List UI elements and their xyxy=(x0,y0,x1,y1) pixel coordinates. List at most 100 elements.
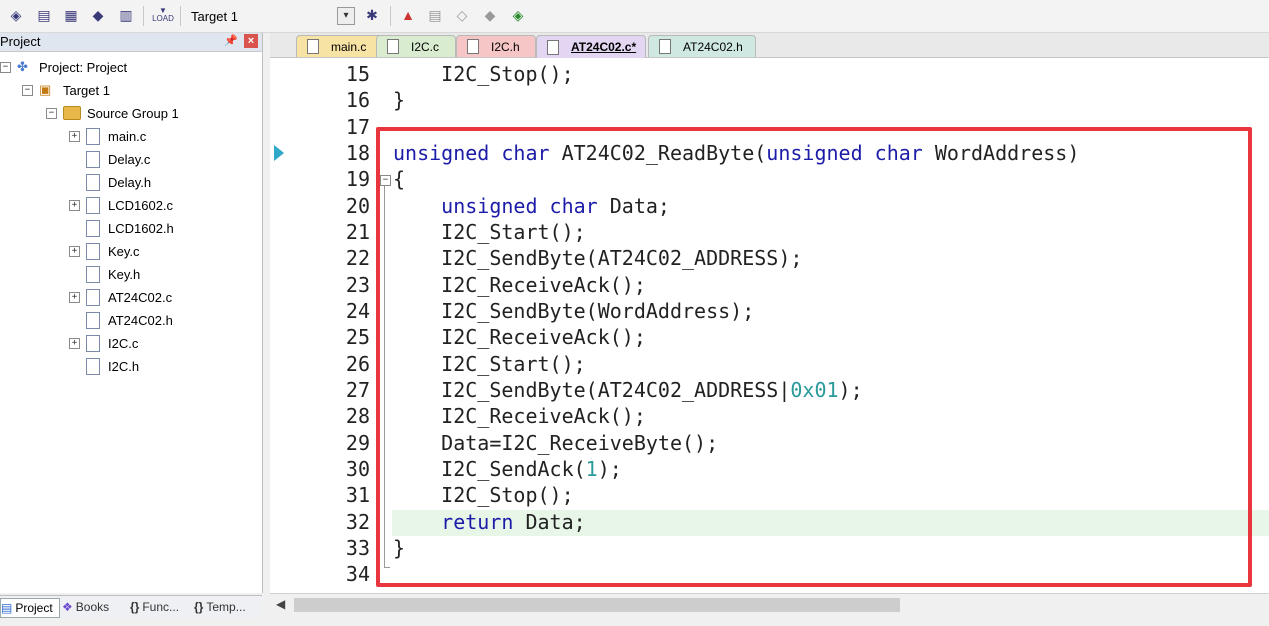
file-icon xyxy=(659,39,671,54)
scroll-left-icon[interactable]: ◀ xyxy=(276,597,285,611)
file-icon xyxy=(307,39,319,54)
folder-icon xyxy=(63,106,81,120)
tree-label: Project: Project xyxy=(39,59,128,75)
file-icon xyxy=(86,173,100,191)
expand-icon[interactable]: + xyxy=(69,130,80,142)
tree-label: Source Group 1 xyxy=(87,105,179,121)
expand-icon[interactable]: + xyxy=(69,337,80,349)
tree-label: LCD1602.h xyxy=(108,220,174,236)
tree-item-file[interactable]: AT24C02.h xyxy=(86,309,173,331)
tree-item-file[interactable]: Delay.h xyxy=(86,171,151,193)
panel-tabs: ▤ Project ❖ Books {} Func... {} Temp... xyxy=(0,595,262,618)
pin-icon[interactable]: 📌 xyxy=(224,34,238,47)
tab-label: I2C.c xyxy=(411,39,440,54)
target-select[interactable]: Target 1 xyxy=(191,9,238,24)
file-icon xyxy=(86,150,100,168)
tree-item-file[interactable]: + Key.c xyxy=(69,240,140,262)
line-number: 24 xyxy=(345,299,370,323)
tab-label: AT24C02.h xyxy=(683,39,743,54)
tab-label: AT24C02.c* xyxy=(571,40,637,54)
project-panel-title: Project xyxy=(0,34,41,49)
line-number: 30 xyxy=(345,457,370,481)
toolbar: ◈ ▤ ▦ ◆ ▥ ▼ LOAD Target 1 ▾ ✱ ▲ ▤ ◇ ◆ ◈ xyxy=(0,0,1269,33)
load-icon[interactable]: ▼ LOAD xyxy=(150,5,176,25)
tab-i2c-h[interactable]: I2C.h xyxy=(456,35,536,57)
tab-functions[interactable]: {} Func... xyxy=(130,598,190,616)
file-icon xyxy=(547,39,559,55)
editor-tab-bar: main.c I2C.c I2C.h AT24C02.c* AT24C02.h xyxy=(270,33,1269,58)
tab-templates[interactable]: {} Temp... xyxy=(194,598,260,616)
batch-build-icon[interactable]: ◆ xyxy=(88,5,108,25)
tab-label: Books xyxy=(75,600,110,614)
scrollbar-thumb[interactable] xyxy=(294,598,900,612)
collapse-icon[interactable]: − xyxy=(22,84,33,96)
tree-item-file[interactable]: Key.h xyxy=(86,263,140,285)
tab-at24c02-c[interactable]: AT24C02.c* xyxy=(536,35,646,58)
file-icon xyxy=(467,39,479,54)
tree-label: I2C.h xyxy=(108,358,140,374)
target-icon: ▣ xyxy=(39,82,52,97)
file-icon xyxy=(86,288,100,306)
tree-item-file[interactable]: + main.c xyxy=(69,125,146,147)
project-tab-icon: ▤ xyxy=(1,601,13,615)
translate-icon[interactable]: ◈ xyxy=(6,5,26,25)
tab-at24c02-h[interactable]: AT24C02.h xyxy=(648,35,756,57)
tab-label: Func... xyxy=(142,600,180,614)
braces-icon: {} xyxy=(130,600,140,614)
tree-label: AT24C02.h xyxy=(108,312,173,328)
expand-icon[interactable]: + xyxy=(69,291,80,303)
line-number: 31 xyxy=(345,483,370,507)
collapse-icon[interactable]: − xyxy=(0,61,11,73)
line-number: 17 xyxy=(345,115,370,139)
target-options-icon[interactable]: ✱ xyxy=(362,5,382,25)
tree-item-file[interactable]: + LCD1602.c xyxy=(69,194,173,216)
pack-installer-icon[interactable]: ◆ xyxy=(480,5,500,25)
expand-icon[interactable]: + xyxy=(69,199,80,211)
file-icon xyxy=(86,265,100,283)
tree-item-source-group[interactable]: − Source Group 1 xyxy=(46,102,179,124)
tree-label: I2C.c xyxy=(108,335,139,351)
collapse-icon[interactable]: − xyxy=(46,107,57,119)
horizontal-scrollbar[interactable]: ◀ xyxy=(270,593,1269,616)
tree-item-file[interactable]: + AT24C02.c xyxy=(69,286,172,308)
tree-item-file[interactable]: LCD1602.h xyxy=(86,217,174,239)
file-extensions-icon[interactable]: ▲ xyxy=(398,5,418,25)
run-time-environment-icon[interactable]: ◈ xyxy=(508,5,528,25)
project-panel-header: Project 📌 × xyxy=(0,33,262,52)
expand-icon[interactable]: + xyxy=(69,245,80,257)
rebuild-icon[interactable]: ▦ xyxy=(61,5,81,25)
line-number-gutter: 15 16 17 18 19 20 21 22 23 24 25 26 27 2… xyxy=(270,58,376,593)
tree-label: Delay.h xyxy=(108,174,152,190)
stop-build-icon[interactable]: ▥ xyxy=(116,5,136,25)
tree-item-target[interactable]: − ▣ Target 1 xyxy=(22,79,110,101)
tab-project[interactable]: ▤ Project xyxy=(0,598,60,618)
line-number: 25 xyxy=(345,325,370,349)
tree-item-project[interactable]: − ✤ Project: Project xyxy=(0,56,127,78)
load-label: LOAD xyxy=(152,14,174,23)
tab-label: Temp... xyxy=(206,600,246,614)
tab-label: I2C.h xyxy=(491,39,520,54)
tree-item-file[interactable]: Delay.c xyxy=(86,148,150,170)
line-number: 20 xyxy=(345,194,370,218)
line-number: 15 xyxy=(345,62,370,86)
file-icon xyxy=(86,219,100,237)
file-icon xyxy=(86,127,100,145)
tree-label: Key.c xyxy=(108,243,140,259)
close-icon[interactable]: × xyxy=(244,34,258,48)
project-panel: Project 📌 × − ✤ Project: Project − ▣ Tar… xyxy=(0,33,263,593)
select-packs-icon[interactable]: ◇ xyxy=(452,5,472,25)
line-number: 22 xyxy=(345,246,370,270)
tree-label: LCD1602.c xyxy=(108,197,174,213)
manage-components-icon[interactable]: ▤ xyxy=(425,5,445,25)
tab-i2c-c[interactable]: I2C.c xyxy=(376,35,456,57)
template-icon: {} xyxy=(194,600,204,614)
toolbar-separator xyxy=(143,6,144,26)
build-icon[interactable]: ▤ xyxy=(34,5,54,25)
code-line: I2C_Stop(); xyxy=(393,62,574,86)
file-icon xyxy=(86,242,100,260)
tree-item-file[interactable]: + I2C.c xyxy=(69,332,138,354)
chevron-down-icon[interactable]: ▾ xyxy=(337,7,355,25)
line-number: 28 xyxy=(345,404,370,428)
tab-books[interactable]: ❖ Books xyxy=(62,598,122,616)
tree-item-file[interactable]: I2C.h xyxy=(86,355,139,377)
